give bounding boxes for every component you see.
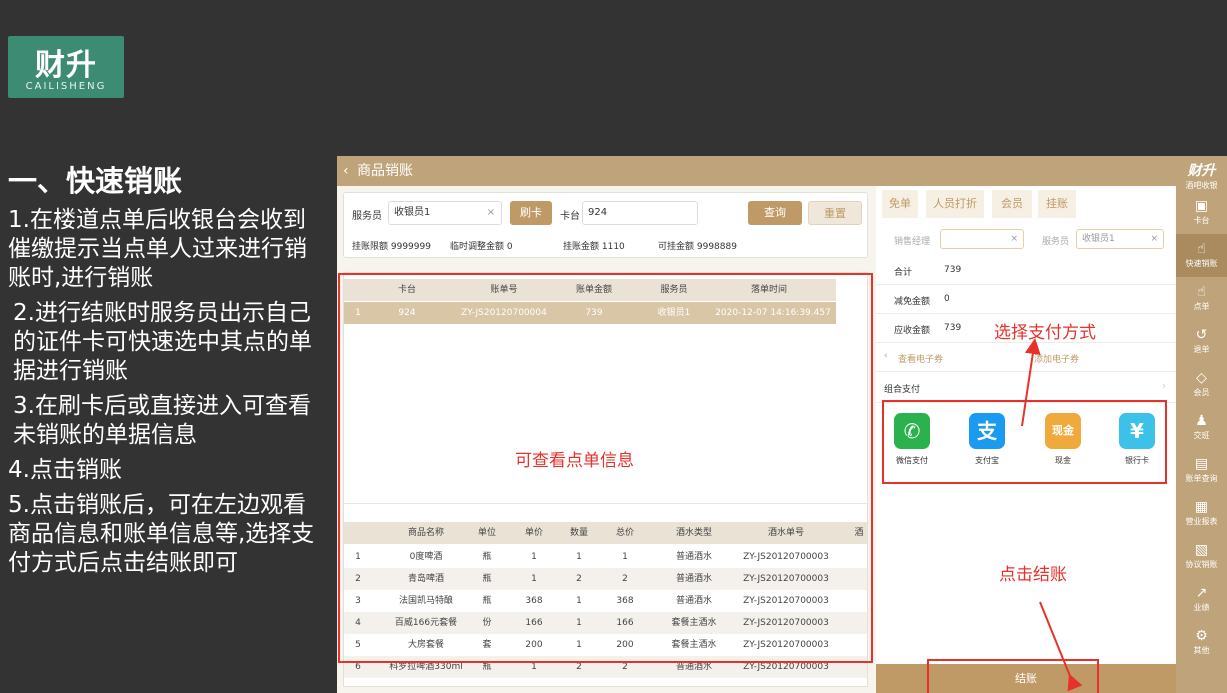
- company-logo: 财升 CAILISHENG: [8, 36, 124, 98]
- step-5: 5.点击销账后，可在左边观看商品信息和账单信息等,选择支付方式后点击结账即可: [8, 492, 315, 576]
- step-3: 3.在刷卡后或直接进入可查看未销账的单据信息: [13, 393, 311, 448]
- step-1: 1.在楼道点单后收银台会收到催缴提示当点单人过来进行销账时,进行销账: [8, 207, 307, 291]
- arrow-to-checkout: [1039, 601, 1083, 692]
- annotation-arrows: [1021, 338, 1083, 692]
- step-list: 1.在楼道点单后收银台会收到催缴提示当点单人过来进行销账时,进行销账 2.进行结…: [8, 206, 326, 584]
- logo-subtext: CAILISHENG: [25, 81, 107, 92]
- slide-title: 一、快速销账: [8, 164, 183, 198]
- arrow-to-payment: [1021, 338, 1041, 427]
- step-4: 4.点击销账: [8, 457, 122, 483]
- app-screenshot: ‹ 商品销账 财升 酒吧收银 ▣ 卡台 ☝ 快速销账 ☝ 点单 ↺ 退单 ◇ 会员 ♟ 交班…: [337, 156, 1227, 693]
- logo-text: 财升: [35, 48, 97, 83]
- step-2: 2.进行结账时服务员出示自己的证件卡可快速选中其点的单据进行销账: [13, 300, 312, 384]
